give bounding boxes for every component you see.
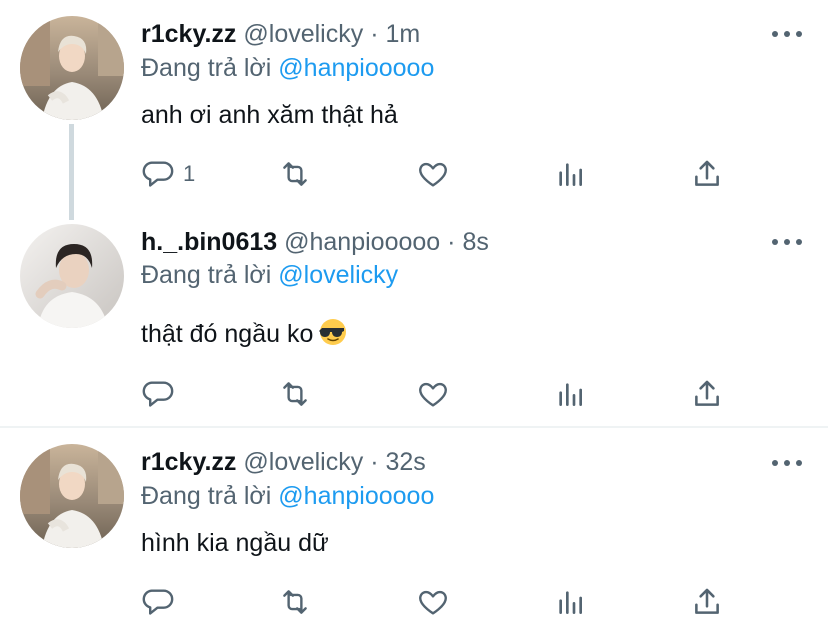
replying-to-label: Đang trả lời bbox=[141, 261, 272, 289]
tweet-text: thật đó ngầu ko bbox=[141, 318, 347, 353]
tweet-3[interactable]: r1cky.zz @lovelicky · 32s Đang trả lời @… bbox=[0, 428, 828, 635]
replying-to-label: Đang trả lời bbox=[141, 54, 272, 82]
heart-icon bbox=[419, 162, 447, 187]
like-button[interactable] bbox=[416, 154, 450, 194]
analytics-icon bbox=[559, 591, 582, 614]
avatar[interactable] bbox=[20, 224, 124, 328]
reply-icon bbox=[142, 161, 174, 187]
timestamp[interactable]: 8s bbox=[462, 228, 488, 256]
analytics-button[interactable] bbox=[554, 582, 586, 622]
sunglasses-emoji-icon bbox=[319, 318, 347, 353]
retweet-button[interactable] bbox=[277, 154, 313, 194]
timestamp[interactable]: 1m bbox=[385, 20, 420, 48]
separator-dot: · bbox=[370, 20, 379, 48]
tweet-header: r1cky.zz @lovelicky · 32s bbox=[141, 445, 426, 479]
share-icon bbox=[695, 380, 719, 406]
tweet-header: r1cky.zz @lovelicky · 1m bbox=[141, 17, 420, 51]
display-name[interactable]: r1cky.zz bbox=[141, 20, 236, 48]
reply-button[interactable] bbox=[141, 374, 183, 414]
replying-to-mention[interactable]: @hanpiooooo bbox=[278, 482, 434, 510]
separator-dot: · bbox=[370, 448, 379, 476]
share-button[interactable] bbox=[690, 582, 724, 622]
analytics-icon bbox=[559, 163, 582, 186]
tweet-text-content: thật đó ngầu ko bbox=[141, 320, 314, 348]
tweet-text: hình kia ngầu dữ bbox=[141, 529, 329, 557]
share-button[interactable] bbox=[690, 154, 724, 194]
analytics-button[interactable] bbox=[554, 154, 586, 194]
reply-icon bbox=[142, 381, 174, 407]
analytics-button[interactable] bbox=[554, 374, 586, 414]
share-button[interactable] bbox=[690, 374, 724, 414]
replying-to-label: Đang trả lời bbox=[141, 482, 272, 510]
heart-icon bbox=[419, 382, 447, 407]
tweet-actions: 1 bbox=[0, 154, 828, 194]
avatar[interactable] bbox=[20, 16, 124, 120]
more-options-icon[interactable] bbox=[772, 453, 802, 473]
more-options-icon[interactable] bbox=[772, 24, 802, 44]
reply-button[interactable] bbox=[141, 582, 183, 622]
separator-dot: · bbox=[447, 228, 456, 256]
heart-icon bbox=[419, 590, 447, 615]
replying-to: Đang trả lời @hanpiooooo bbox=[141, 54, 434, 83]
display-name[interactable]: r1cky.zz bbox=[141, 448, 236, 476]
replying-to: Đang trả lời @hanpiooooo bbox=[141, 482, 434, 511]
avatar[interactable] bbox=[20, 444, 124, 548]
user-handle[interactable]: @hanpiooooo bbox=[284, 228, 440, 256]
retweet-icon bbox=[283, 162, 307, 186]
reply-button[interactable]: 1 bbox=[141, 154, 195, 194]
retweet-button[interactable] bbox=[277, 582, 313, 622]
share-icon bbox=[695, 588, 719, 614]
more-options-icon[interactable] bbox=[772, 232, 802, 252]
like-button[interactable] bbox=[416, 374, 450, 414]
tweet-header: h._.bin0613 @hanpiooooo · 8s bbox=[141, 225, 489, 259]
user-handle[interactable]: @lovelicky bbox=[243, 448, 363, 476]
timestamp[interactable]: 32s bbox=[385, 448, 425, 476]
display-name[interactable]: h._.bin0613 bbox=[141, 228, 277, 256]
tweet-2[interactable]: h._.bin0613 @hanpiooooo · 8s Đang trả lờ… bbox=[0, 220, 828, 426]
user-handle[interactable]: @lovelicky bbox=[243, 20, 363, 48]
replying-to-mention[interactable]: @hanpiooooo bbox=[278, 54, 434, 82]
retweet-icon bbox=[283, 590, 307, 614]
replying-to: Đang trả lời @lovelicky bbox=[141, 261, 398, 290]
tweet-actions bbox=[0, 374, 828, 414]
tweet-1[interactable]: r1cky.zz @lovelicky · 1m Đang trả lời @h… bbox=[0, 0, 828, 220]
retweet-icon bbox=[283, 382, 307, 406]
reply-icon bbox=[142, 589, 174, 615]
replying-to-mention[interactable]: @lovelicky bbox=[278, 261, 398, 289]
like-button[interactable] bbox=[416, 582, 450, 622]
tweet-text: anh ơi anh xăm thật hả bbox=[141, 101, 398, 129]
share-icon bbox=[695, 160, 719, 186]
tweet-actions bbox=[0, 582, 828, 622]
reply-count: 1 bbox=[183, 161, 196, 186]
retweet-button[interactable] bbox=[277, 374, 313, 414]
analytics-icon bbox=[559, 383, 582, 406]
